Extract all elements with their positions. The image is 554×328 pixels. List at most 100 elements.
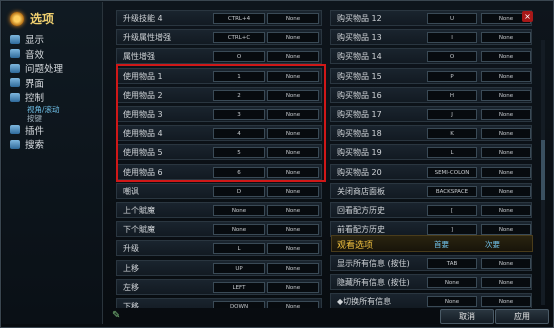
secondary-key-field[interactable]: None	[267, 205, 319, 216]
keybinding-row: 购买物品 15 P None	[330, 67, 532, 84]
secondary-key-field[interactable]: None	[481, 89, 531, 101]
cancel-button[interactable]: 取消	[440, 309, 494, 324]
primary-key-field[interactable]: 1	[213, 70, 265, 82]
secondary-key-field[interactable]: None	[481, 296, 531, 308]
keybinding-row: 购买物品 17 J None	[330, 106, 532, 122]
sidebar-item-label: 界面	[25, 78, 45, 90]
secondary-key-field[interactable]: None	[481, 258, 531, 269]
sidebar-subitem[interactable]: 视角/滚动	[10, 105, 63, 114]
sidebar: 选项 显示 音效 问题处理 界面 控制 视角/滚动 按键 插件 搜索	[2, 2, 103, 324]
secondary-key-field[interactable]: None	[267, 243, 319, 255]
action-label: 下个賦魔	[123, 225, 155, 235]
primary-key-field[interactable]: None	[427, 296, 477, 308]
primary-column-label: 首要	[434, 240, 449, 249]
sidebar-item[interactable]: 搜索	[10, 137, 63, 152]
tip-icon[interactable]: ✎	[112, 310, 120, 321]
keybinding-row: 隐藏所有信息 (按住) None None	[330, 274, 532, 291]
primary-key-field[interactable]: 5	[213, 147, 265, 159]
window-icon	[10, 78, 20, 88]
primary-key-field[interactable]: None	[427, 277, 477, 289]
speaker-icon	[10, 49, 20, 59]
action-label: 使用物品 6	[123, 167, 163, 177]
primary-key-field[interactable]: [	[427, 205, 477, 216]
primary-key-field[interactable]: O	[427, 51, 477, 63]
secondary-key-field[interactable]: None	[481, 166, 531, 178]
secondary-key-field[interactable]: None	[481, 51, 531, 63]
secondary-key-field[interactable]: None	[267, 281, 319, 293]
secondary-key-field[interactable]: None	[267, 166, 319, 178]
secondary-key-field[interactable]: None	[481, 70, 531, 82]
secondary-key-field[interactable]: None	[267, 185, 319, 197]
primary-key-field[interactable]: I	[427, 32, 477, 44]
secondary-key-field[interactable]: None	[481, 185, 531, 197]
secondary-key-field[interactable]: None	[481, 224, 531, 236]
action-label: 购买物品 20	[337, 167, 382, 177]
secondary-key-field[interactable]: None	[267, 262, 319, 274]
primary-key-field[interactable]: 2	[213, 89, 265, 101]
sidebar-item[interactable]: 问题处理	[10, 61, 63, 76]
sidebar-item[interactable]: 控制	[10, 90, 63, 105]
secondary-key-field[interactable]: None	[267, 13, 319, 24]
action-label: 升级技能 4	[123, 14, 163, 23]
primary-key-field[interactable]: L	[213, 243, 265, 255]
primary-key-field[interactable]: SEMI-COLON	[427, 166, 477, 178]
secondary-key-field[interactable]: None	[481, 277, 531, 289]
primary-key-field[interactable]: U	[427, 13, 477, 24]
keybinding-row: 使用物品 1 1 None	[116, 67, 322, 84]
secondary-key-field[interactable]: None	[267, 70, 319, 82]
action-label: 上个賦魔	[123, 206, 155, 215]
secondary-key-field[interactable]: None	[267, 224, 319, 236]
primary-key-field[interactable]: CTRL+4	[213, 13, 265, 24]
close-button[interactable]: ×	[522, 11, 533, 22]
primary-key-field[interactable]: UP	[213, 262, 265, 274]
secondary-key-field[interactable]: None	[481, 128, 531, 140]
secondary-key-field[interactable]: None	[267, 301, 319, 308]
primary-key-field[interactable]: None	[213, 224, 265, 236]
primary-key-field[interactable]: 4	[213, 128, 265, 140]
primary-key-field[interactable]: TAB	[427, 258, 477, 269]
action-label: 关闭商店面板	[337, 186, 385, 196]
action-label: 购买物品 19	[337, 148, 382, 158]
secondary-key-field[interactable]: None	[267, 109, 319, 120]
primary-key-field[interactable]: J	[427, 109, 477, 120]
keybinding-row: 上个賦魔 None None	[116, 202, 322, 218]
primary-key-field[interactable]: L	[427, 147, 477, 159]
secondary-key-field[interactable]: None	[267, 128, 319, 140]
primary-key-field[interactable]: None	[213, 205, 265, 216]
sidebar-item[interactable]: 界面	[10, 76, 63, 91]
section-title: 观看选项	[337, 241, 374, 251]
primary-key-field[interactable]: H	[427, 89, 477, 101]
primary-key-field[interactable]: P	[427, 70, 477, 82]
primary-key-field[interactable]: 3	[213, 109, 265, 120]
sidebar-subitem[interactable]: 按键	[10, 114, 63, 123]
primary-key-field[interactable]: 6	[213, 166, 265, 178]
apply-button[interactable]: 应用	[495, 309, 549, 324]
sidebar-item[interactable]: 音效	[10, 47, 63, 62]
keybinding-row: 升级 L None	[116, 240, 322, 257]
primary-key-field[interactable]: ]	[427, 224, 477, 236]
primary-key-field[interactable]: O	[213, 51, 265, 63]
secondary-key-field[interactable]: None	[267, 89, 319, 101]
primary-key-field[interactable]: BACKSPACE	[427, 185, 477, 197]
secondary-key-field[interactable]: None	[481, 205, 531, 216]
secondary-key-field[interactable]: None	[267, 147, 319, 159]
action-label: 回看配方历史	[337, 206, 385, 215]
keybinding-row: 购买物品 20 SEMI-COLON None	[330, 163, 532, 180]
primary-key-field[interactable]: LEFT	[213, 281, 265, 293]
sidebar-item[interactable]: 插件	[10, 123, 63, 138]
keybinding-row: 升级属性增强 CTRL+C None	[116, 29, 322, 46]
secondary-key-field[interactable]: None	[267, 51, 319, 63]
sidebar-item-label: 搜索	[25, 140, 45, 152]
action-label: 显示所有信息 (按住)	[337, 259, 410, 268]
secondary-key-field[interactable]: None	[481, 109, 531, 120]
primary-key-field[interactable]: K	[427, 128, 477, 140]
primary-key-field[interactable]: D	[213, 185, 265, 197]
primary-key-field[interactable]: DOWN	[213, 301, 265, 308]
action-label: 使用物品 4	[123, 129, 163, 139]
secondary-key-field[interactable]: None	[267, 32, 319, 44]
sidebar-item[interactable]: 显示	[10, 32, 63, 47]
secondary-key-field[interactable]: None	[481, 32, 531, 44]
secondary-key-field[interactable]: None	[481, 147, 531, 159]
primary-key-field[interactable]: CTRL+C	[213, 32, 265, 44]
scrollbar-thumb[interactable]	[541, 140, 545, 200]
